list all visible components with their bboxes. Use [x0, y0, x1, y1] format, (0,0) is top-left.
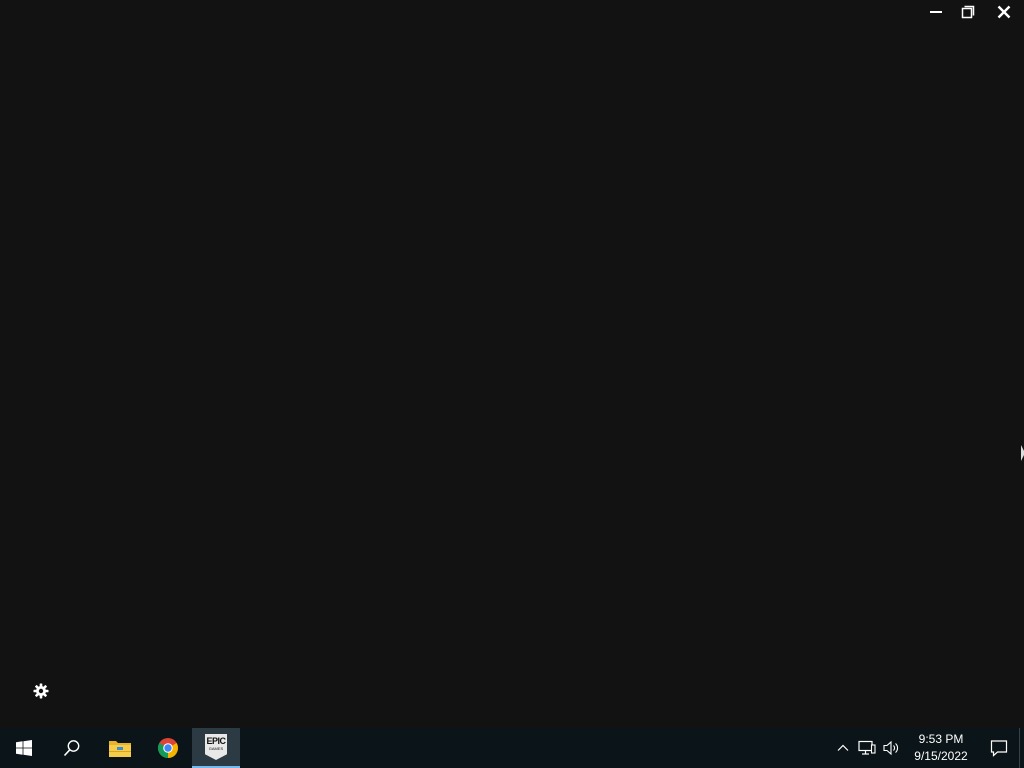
minimize-button[interactable] — [920, 0, 952, 24]
search-button[interactable] — [48, 728, 96, 768]
volume-button[interactable] — [879, 728, 903, 768]
restore-button[interactable] — [952, 0, 984, 24]
action-center-button[interactable] — [979, 728, 1019, 768]
show-desktop-button[interactable] — [1019, 728, 1024, 768]
epic-logo-subtext: GAMES — [208, 746, 224, 751]
restore-icon — [961, 5, 975, 19]
epic-logo-text: EPIC — [206, 736, 226, 746]
chevron-up-icon — [837, 744, 849, 751]
taskbar-clock[interactable]: 9:53 PM 9/15/2022 — [903, 728, 979, 768]
epic-games-launcher-button[interactable]: EPIC GAMES — [192, 728, 240, 768]
chrome-button[interactable] — [144, 728, 192, 768]
volume-icon — [883, 740, 898, 756]
show-hidden-icons-button[interactable] — [831, 728, 855, 768]
start-button[interactable] — [0, 728, 48, 768]
action-center-icon — [990, 740, 1008, 757]
file-explorer-icon — [109, 741, 131, 757]
close-icon — [997, 5, 1011, 19]
taskbar: EPIC GAMES 9:53 PM 9/15/2022 — [0, 728, 1024, 768]
epic-games-launcher-icon: EPIC GAMES — [205, 734, 227, 760]
clock-time: 9:53 PM — [918, 732, 964, 746]
file-explorer-button[interactable] — [96, 728, 144, 768]
search-icon — [63, 740, 80, 757]
network-icon — [858, 740, 876, 755]
close-button[interactable] — [984, 0, 1024, 24]
system-tray: 9:53 PM 9/15/2022 — [831, 728, 1024, 768]
minimize-icon — [930, 11, 942, 13]
epic-games-launcher-window — [0, 0, 1024, 728]
chrome-icon — [158, 738, 178, 758]
settings-button[interactable] — [31, 681, 51, 701]
windows-start-icon — [16, 740, 32, 756]
clock-date: 9/15/2022 — [914, 749, 968, 763]
gear-icon — [33, 683, 49, 699]
window-controls — [920, 0, 1024, 24]
network-button[interactable] — [855, 728, 879, 768]
